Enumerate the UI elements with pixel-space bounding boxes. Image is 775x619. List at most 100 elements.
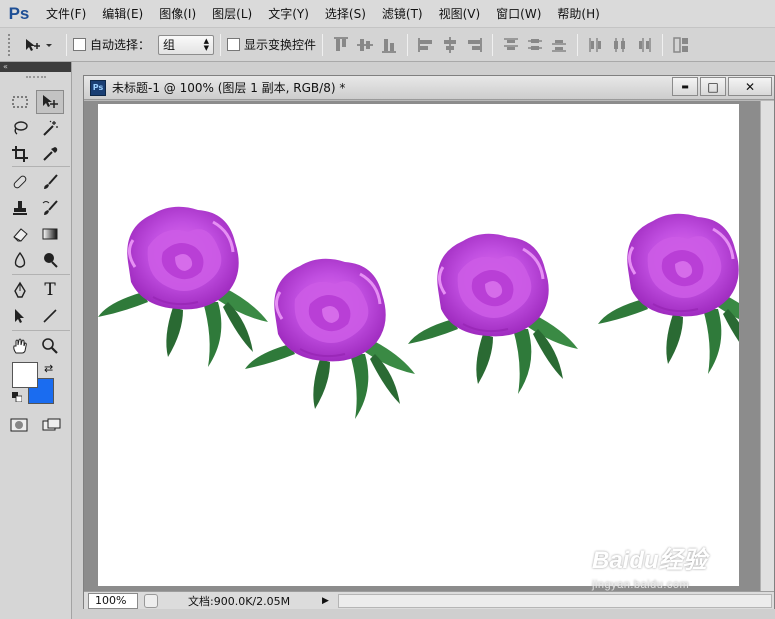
menu-select[interactable]: 选择(S) [317,0,374,28]
options-separator [662,33,664,56]
options-separator [220,33,222,56]
tools-panel: « T ⇄ [0,62,72,619]
type-icon[interactable]: T [36,278,64,302]
window-controls: ▬ □ ✕ [670,77,772,96]
document-window: Ps 未标题-1 @ 100% (图层 1 副本, RGB/8) * ▬ □ ✕ [83,75,775,609]
eraser-icon[interactable] [6,222,34,246]
crop-icon[interactable] [6,142,34,166]
blur-icon[interactable] [6,248,34,272]
gradient-icon[interactable] [36,222,64,246]
close-button[interactable]: ✕ [728,77,772,96]
swap-colors-icon[interactable]: ⇄ [44,362,53,375]
history-brush-icon[interactable] [36,196,64,220]
menu-help[interactable]: 帮助(H) [549,0,607,28]
maximize-button[interactable]: □ [700,77,726,96]
tools-panel-grip[interactable] [25,76,46,84]
move-tool-preset-icon [26,38,52,51]
zoom-level-field[interactable]: 100% [88,592,138,609]
pen-icon[interactable] [6,278,34,302]
menu-view[interactable]: 视图(V) [431,0,489,28]
tool-preset-picker[interactable] [24,37,60,53]
auto-select-label: 自动选择： [90,38,151,52]
maximize-icon: □ [707,79,719,94]
minimize-icon: ▬ [681,82,689,91]
options-bar: 自动选择： 组 ▲ ▼ 显示变换控件 [0,28,775,62]
clone-stamp-icon[interactable] [6,196,34,220]
options-separator [577,33,579,56]
menu-bar: Ps 文件(F) 编辑(E) 图像(I) 图层(L) 文字(Y) 选择(S) 滤… [0,0,775,28]
distribute-left-icon[interactable] [587,36,605,54]
baidu-watermark: Baidu经验 jingyan.baidu.com [592,540,707,591]
distribute-vertical-centers-icon[interactable] [526,36,544,54]
vertical-scrollbar[interactable] [760,101,774,591]
distribute-horizontal-centers-icon[interactable] [611,36,629,54]
menu-layer[interactable]: 图层(L) [204,0,260,28]
show-transform-label: 显示变换控件 [244,38,317,52]
menu-window[interactable]: 窗口(W) [488,0,549,28]
watermark-url: jingyan.baidu.com [592,579,690,591]
status-bar: 100% 文档:900.0K/2.05M ▶ [84,591,774,609]
status-info-icon[interactable] [144,593,158,608]
healing-brush-icon[interactable] [6,170,34,194]
path-selection-icon[interactable] [6,304,34,328]
status-menu-arrow-icon[interactable]: ▶ [322,594,332,608]
rectangular-marquee-icon[interactable] [6,90,34,114]
magic-wand-icon[interactable] [36,116,64,140]
document-size-info: 文档:900.0K/2.05M [188,594,291,608]
default-colors-icon[interactable] [12,392,22,402]
document-tab[interactable]: Ps 未标题-1 @ 100% (图层 1 副本, RGB/8) * ▬ □ ✕ [84,76,774,100]
tools-divider [12,166,70,167]
options-separator [492,33,494,56]
tools-panel-collapse-button[interactable]: « [0,62,71,72]
align-vertical-centers-icon[interactable] [356,36,374,54]
brush-icon[interactable] [36,170,64,194]
auto-select-dropdown[interactable]: 组 ▲ ▼ [158,34,215,55]
quick-mask-icon[interactable] [10,418,28,432]
watermark-brand: Baidu经验 [592,547,707,574]
auto-align-layers-icon[interactable] [672,36,690,54]
options-bar-grip[interactable] [8,33,14,56]
screen-mode-icon[interactable] [42,418,62,432]
distribute-bottom-icon[interactable] [550,36,568,54]
canvas-workspace[interactable] [84,101,760,591]
auto-select-value: 组 [163,38,176,52]
align-top-edges-icon[interactable] [332,36,350,54]
horizontal-scrollbar[interactable] [338,593,772,608]
tools-divider [12,330,70,331]
lasso-icon[interactable] [6,116,34,140]
ps-document-icon: Ps [90,79,106,96]
dropdown-arrows-icon: ▲ ▼ [203,36,210,52]
distribute-top-icon[interactable] [502,36,520,54]
zoom-icon[interactable] [36,334,64,358]
align-horizontal-centers-icon[interactable] [441,36,459,54]
menu-file[interactable]: 文件(F) [38,0,94,28]
photoshop-logo: Ps [8,3,30,23]
hand-icon[interactable] [6,334,34,358]
document-title: 未标题-1 @ 100% (图层 1 副本, RGB/8) * [112,81,346,95]
document-canvas[interactable] [98,104,739,586]
menu-image[interactable]: 图像(I) [151,0,204,28]
options-separator [407,33,409,56]
show-transform-checkbox[interactable] [227,38,241,51]
flower-layer-artwork [98,205,739,421]
foreground-color-swatch[interactable] [12,362,38,388]
auto-select-checkbox[interactable] [73,38,86,51]
line-icon[interactable] [36,304,64,328]
dodge-icon[interactable] [36,248,64,272]
align-left-edges-icon[interactable] [417,36,435,54]
close-icon: ✕ [744,79,756,94]
align-bottom-edges-icon[interactable] [380,36,398,54]
menu-type[interactable]: 文字(Y) [260,0,317,28]
move-icon[interactable] [36,90,64,114]
align-group [329,33,693,56]
options-separator [66,33,67,56]
menu-filter[interactable]: 滤镜(T) [374,0,431,28]
menu-edit[interactable]: 编辑(E) [94,0,151,28]
eyedropper-icon[interactable] [36,142,64,166]
minimize-button[interactable]: ▬ [672,77,698,96]
distribute-right-icon[interactable] [635,36,653,54]
options-separator [322,33,324,56]
tools-divider [12,274,70,275]
align-right-edges-icon[interactable] [465,36,483,54]
type-tool-glyph: T [44,280,56,300]
